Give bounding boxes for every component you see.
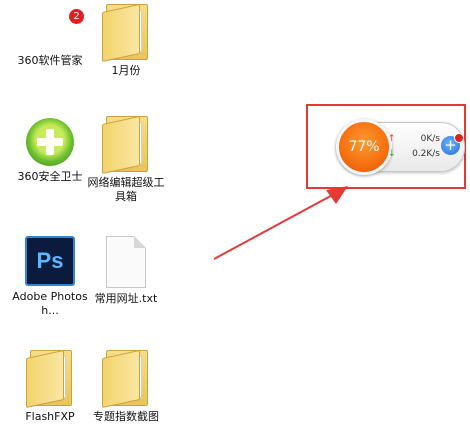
download-row: ↓ 0.2K/s [388, 147, 440, 162]
memory-usage-ball[interactable]: 77% [336, 119, 392, 175]
upload-row: ↑ 0K/s [388, 132, 440, 147]
annotation-arrow [213, 186, 348, 260]
download-speed: 0.2K/s [412, 149, 440, 159]
speed-readout: ↑ 0K/s ↓ 0.2K/s [388, 132, 440, 162]
upload-arrow-icon: ↑ [388, 134, 396, 144]
download-arrow-icon: ↓ [388, 149, 396, 159]
notification-dot-icon [454, 133, 464, 143]
upload-speed: 0K/s [420, 134, 440, 144]
network-speed-widget[interactable]: 77% ↑ 0K/s ↓ 0.2K/s + [336, 119, 465, 175]
